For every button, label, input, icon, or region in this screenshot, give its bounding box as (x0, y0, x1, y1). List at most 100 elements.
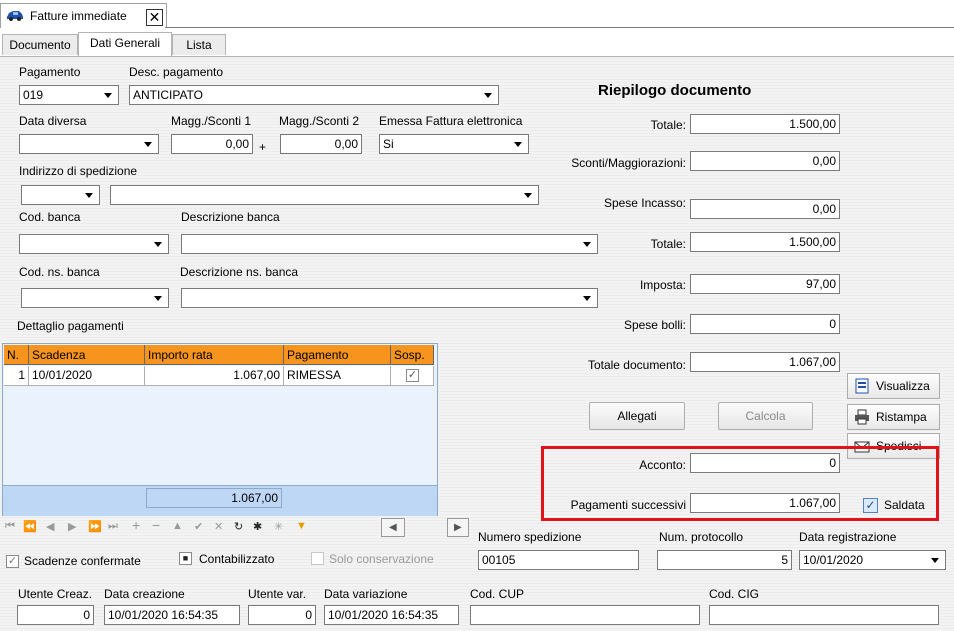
prev-page-icon[interactable]: ⏪ (23, 520, 37, 533)
indirizzo-code-select[interactable] (21, 185, 100, 205)
sconti-field[interactable]: 0,00 (690, 151, 840, 171)
refresh-icon[interactable]: ↻ (234, 520, 243, 533)
chevron-down-icon[interactable] (85, 193, 93, 198)
subtab-bar: Documento Dati Generali Lista (0, 32, 954, 56)
next-page-icon[interactable]: ⏩ (88, 520, 102, 533)
data-creazione-field: 10/01/2020 16:54:35 (104, 605, 240, 625)
pagamento-select[interactable]: 019 (19, 85, 119, 105)
allegati-button[interactable]: Allegati (589, 402, 685, 430)
cod-cup-label: Cod. CUP (470, 587, 525, 601)
utente-creaz-field: 0 (17, 605, 94, 625)
add-icon[interactable]: + (132, 517, 140, 533)
chevron-down-icon[interactable] (524, 193, 532, 198)
cod-cig-field[interactable] (709, 605, 939, 625)
chevron-down-icon[interactable] (104, 93, 112, 98)
sosp-checkbox[interactable]: ✓ (406, 369, 419, 382)
grid-header-importo[interactable]: Importo rata (145, 345, 284, 365)
magg2-input[interactable]: 0,00 (280, 134, 362, 154)
next-icon[interactable]: ▶ (68, 520, 76, 533)
saldata-checkbox[interactable]: ✓ (863, 498, 878, 513)
spese-incasso-field[interactable]: 0,00 (690, 199, 840, 219)
spese-bolli-field[interactable]: 0 (690, 314, 840, 334)
spese-incasso-label: Spese Incasso: (603, 196, 686, 210)
scroll-left-button[interactable]: ◀ (381, 518, 405, 537)
close-icon[interactable]: ✕ (146, 9, 163, 26)
data-diversa-field[interactable] (19, 134, 159, 154)
asterisk-filter-icon[interactable]: ✳ (274, 520, 283, 533)
plus-sign: + (259, 140, 267, 154)
tabbar-divider (165, 27, 954, 28)
visualizza-label: Visualizza (876, 379, 930, 393)
magg1-input[interactable]: 0,00 (171, 134, 253, 154)
cancel-icon[interactable]: ✕ (214, 520, 223, 533)
table-row-importo[interactable]: 1.067,00 (145, 366, 284, 386)
fattura-elettronica-select[interactable]: Si (379, 134, 529, 154)
chevron-down-icon[interactable] (514, 142, 522, 147)
chevron-down-icon[interactable] (583, 296, 591, 301)
scroll-right-button[interactable]: ▶ (447, 518, 469, 537)
num-protocollo-field[interactable]: 5 (657, 550, 792, 570)
desc-ns-banca-select[interactable] (181, 288, 598, 308)
grid-header-n[interactable]: N. (4, 345, 29, 365)
table-row-sosp[interactable]: ✓ (391, 366, 434, 386)
asterisk-icon[interactable]: ✱ (253, 520, 262, 533)
chevron-down-icon[interactable] (154, 242, 162, 247)
imposta-field[interactable]: 97,00 (690, 274, 840, 294)
indirizzo-select[interactable] (110, 185, 539, 205)
cod-cup-field[interactable] (470, 605, 700, 625)
grid-header-scadenza[interactable]: Scadenza (29, 345, 145, 365)
desc-pagamento-label: Desc. pagamento (129, 65, 224, 79)
check-icon[interactable]: ✔ (194, 520, 203, 533)
utente-var-label: Utente var. (248, 587, 307, 601)
pagamento-value: 019 (23, 88, 44, 102)
desc-banca-select[interactable] (181, 234, 598, 254)
numero-spedizione-field[interactable]: 00105 (478, 550, 639, 570)
acconto-field[interactable]: 0 (690, 453, 840, 473)
table-row-n[interactable]: 1 (4, 366, 29, 386)
window-tab-label: Fatture immediate (30, 9, 127, 23)
document-view-icon (855, 378, 869, 394)
last-page-icon[interactable]: ⏭ (108, 520, 118, 533)
tab-dati-generali[interactable]: Dati Generali (78, 32, 172, 56)
totale-field[interactable]: 1.500,00 (690, 114, 840, 134)
riepilogo-title: Riepilogo documento (598, 82, 752, 99)
contabilizzato-label: Contabilizzato (199, 552, 275, 566)
totale-documento-field[interactable]: 1.067,00 (690, 352, 840, 372)
prev-icon[interactable]: ◀ (46, 520, 54, 533)
totale2-field[interactable]: 1.500,00 (690, 232, 840, 252)
window-tabbar: Fatture immediate ✕ (0, 0, 954, 30)
data-diversa-label: Data diversa (19, 114, 87, 128)
tab-documento[interactable]: Documento (2, 34, 78, 55)
data-registrazione-field[interactable]: 10/01/2020 (799, 550, 946, 570)
chevron-down-icon[interactable] (931, 558, 939, 563)
fattura-elettronica-label: Emessa Fattura elettronica (379, 114, 523, 128)
remove-icon[interactable]: − (152, 517, 160, 533)
solo-conservazione-checkbox[interactable] (311, 552, 324, 565)
ristampa-button[interactable]: Ristampa (847, 404, 940, 430)
cod-banca-label: Cod. banca (19, 210, 81, 224)
ristampa-label: Ristampa (876, 410, 927, 424)
calcola-button[interactable]: Calcola (718, 402, 813, 430)
desc-pagamento-select[interactable]: ANTICIPATO (129, 85, 499, 105)
window-tab-fatture[interactable]: Fatture immediate ✕ (0, 3, 167, 28)
totale-documento-label: Totale documento: (587, 358, 686, 372)
table-row-scadenza[interactable]: 10/01/2020 (29, 366, 145, 386)
chevron-down-icon[interactable] (484, 93, 492, 98)
cod-banca-select[interactable] (19, 234, 169, 254)
pagamenti-successivi-field[interactable]: 1.067,00 (690, 493, 840, 513)
contabilizzato-checkbox[interactable]: ■ (179, 552, 192, 565)
table-row-pagamento[interactable]: RIMESSA (284, 366, 391, 386)
visualizza-button[interactable]: Visualizza (847, 373, 940, 399)
filter-icon[interactable]: ▼ (296, 520, 307, 532)
chevron-down-icon[interactable] (144, 142, 152, 147)
first-page-icon[interactable]: ⏮ (5, 520, 15, 533)
cod-ns-banca-select[interactable] (21, 288, 169, 308)
acconto-label: Acconto: (639, 458, 686, 472)
totale2-label: Totale: (650, 237, 686, 251)
tab-lista[interactable]: Lista (172, 34, 226, 55)
scadenze-confermate-checkbox[interactable]: ✓ (6, 555, 19, 568)
grid-header-pagamento[interactable]: Pagamento (284, 345, 391, 365)
grid-header-sosp[interactable]: Sosp. (391, 345, 434, 365)
chevron-down-icon[interactable] (154, 296, 162, 301)
edit-icon[interactable]: ▲ (172, 520, 183, 532)
